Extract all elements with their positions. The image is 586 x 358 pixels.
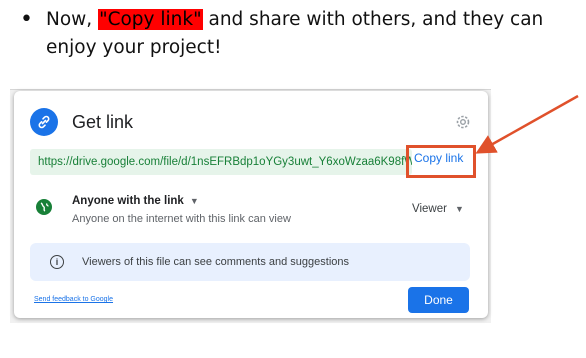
chevron-down-icon: ▼ <box>454 204 464 214</box>
done-label: Done <box>424 293 453 307</box>
instruction-highlight: "Copy link" <box>98 9 203 30</box>
done-button[interactable]: Done <box>408 287 469 313</box>
link-icon <box>30 108 58 136</box>
instruction-before: Now, <box>46 9 99 30</box>
share-url-field[interactable]: https://drive.google.com/file/d/1nsEFRBd… <box>30 149 412 175</box>
globe-icon <box>36 199 52 215</box>
dialog-header: Get link <box>30 107 133 137</box>
role-dropdown[interactable]: Viewer ▼ <box>412 203 464 215</box>
chevron-down-icon: ▼ <box>189 196 199 206</box>
share-url[interactable]: https://drive.google.com/file/d/1nsEFRBd… <box>38 156 412 168</box>
send-feedback-link[interactable]: Send feedback to Google <box>34 296 113 303</box>
role-label: Viewer <box>412 203 447 215</box>
info-banner: i Viewers of this file can see comments … <box>30 243 470 281</box>
access-title: Anyone with the link <box>72 195 184 207</box>
get-link-dialog: Get link https://drive.google.com/file/d… <box>14 91 488 318</box>
annotation-arrow-icon <box>475 94 579 154</box>
info-text: Viewers of this file can see comments an… <box>82 256 349 268</box>
access-dropdown[interactable]: Anyone with the link ▼ <box>72 195 199 207</box>
bullet: • <box>20 7 33 32</box>
copy-link-highlight-box <box>406 145 476 178</box>
info-icon: i <box>50 255 64 269</box>
dialog-title: Get link <box>72 111 134 132</box>
access-description: Anyone on the internet with this link ca… <box>72 213 291 225</box>
